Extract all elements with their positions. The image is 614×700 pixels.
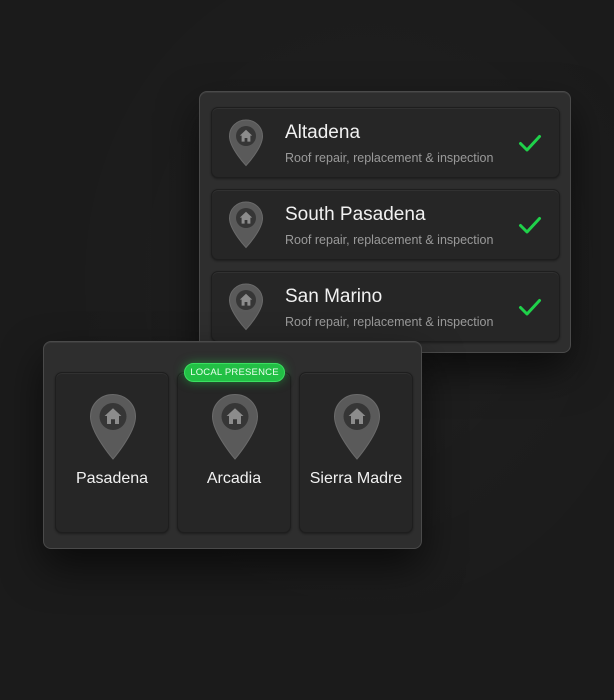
list-item-altadena[interactable]: Altadena Roof repair, replacement & insp…	[211, 107, 560, 178]
service-description: Roof repair, replacement & inspection	[285, 315, 494, 329]
city-name: Altadena	[285, 122, 361, 143]
list-item-san-marino[interactable]: San Marino Roof repair, replacement & in…	[211, 271, 560, 342]
map-pin-home-icon	[228, 201, 264, 249]
map-pin-home-icon	[228, 283, 264, 331]
checkmark-icon	[519, 299, 541, 316]
city-name: South Pasadena	[285, 204, 426, 225]
service-area-list-panel: Altadena Roof repair, replacement & insp…	[199, 91, 571, 353]
local-presence-badge: LOCAL PRESENCE	[184, 363, 285, 382]
checkmark-icon	[519, 217, 541, 234]
map-pin-home-icon	[333, 393, 381, 460]
checkmark-icon	[519, 135, 541, 152]
list-item-south-pasadena[interactable]: South Pasadena Roof repair, replacement …	[211, 189, 560, 260]
location-card-pasadena[interactable]: Pasadena	[55, 372, 169, 533]
map-pin-home-icon	[89, 393, 137, 460]
location-name: Arcadia	[206, 470, 262, 487]
location-card-arcadia[interactable]: Arcadia	[177, 372, 291, 533]
location-name: Sierra Madre	[309, 470, 403, 487]
location-card-sierra-madre[interactable]: Sierra Madre	[299, 372, 413, 533]
map-pin-home-icon	[211, 393, 259, 460]
local-presence-panel: Pasadena Arcadia Sierra Madre LOCAL PRES…	[43, 341, 422, 549]
location-name: Pasadena	[75, 470, 149, 487]
map-pin-home-icon	[228, 119, 264, 167]
city-name: San Marino	[285, 286, 383, 307]
service-description: Roof repair, replacement & inspection	[285, 233, 494, 247]
service-description: Roof repair, replacement & inspection	[285, 151, 494, 165]
